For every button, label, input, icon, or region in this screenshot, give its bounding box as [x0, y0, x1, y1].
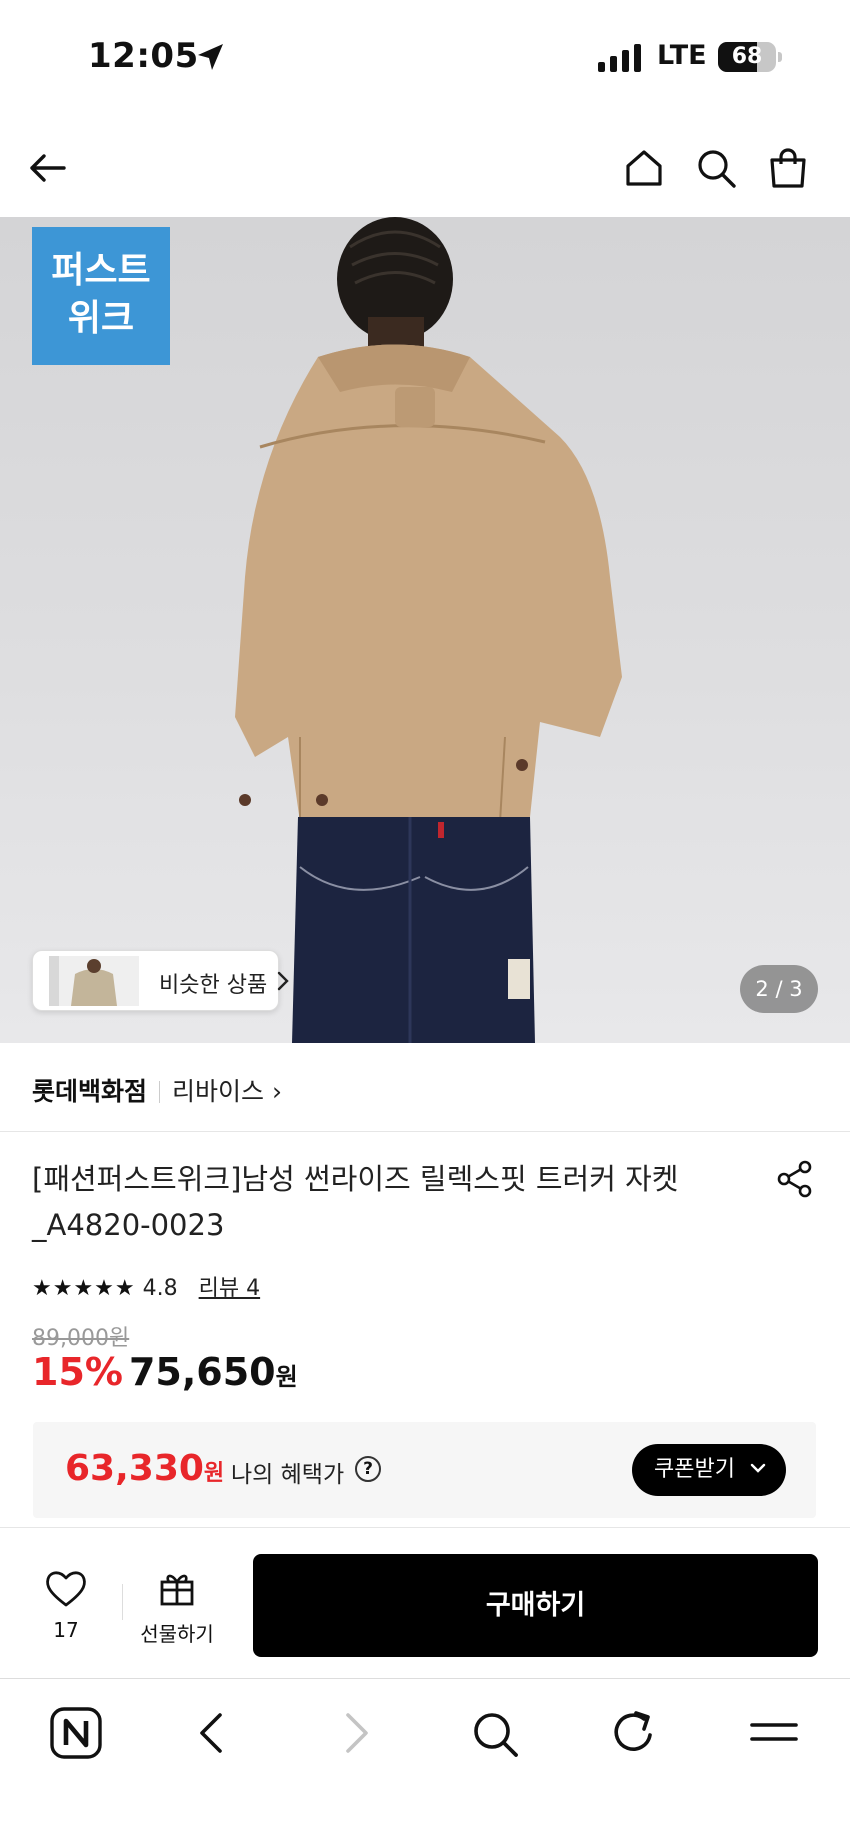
product-title-line2: _A4820-0023 [32, 1208, 225, 1242]
signal-icon [598, 44, 641, 72]
gift-button[interactable]: 선물하기 [132, 1568, 222, 1647]
store-divider [159, 1081, 161, 1103]
cart-icon[interactable] [764, 144, 812, 192]
battery-level: 68 [731, 44, 763, 69]
status-time: 12:05 [88, 36, 199, 76]
browser-toolbar [0, 1678, 850, 1842]
rating-row: ★★★★★ 4.8 리뷰 4 [32, 1270, 260, 1302]
brand-link[interactable]: 리바이스 › [172, 1077, 282, 1106]
similar-products-button[interactable]: 비슷한 상품 [32, 950, 289, 1011]
browser-forward-icon[interactable] [326, 1705, 382, 1761]
original-price: 89,000원 [32, 1326, 130, 1351]
section-divider [0, 1131, 850, 1132]
status-bar: 12:05 LTE 68 [0, 0, 850, 110]
review-link[interactable]: 리뷰 4 [199, 1276, 260, 1301]
similar-product-thumbnail [49, 956, 139, 1006]
benefit-price-box: 63,330원 나의 혜택가 ? 쿠폰받기 [33, 1422, 816, 1518]
battery-nub [778, 52, 782, 62]
browser-back-icon[interactable] [186, 1705, 242, 1761]
product-title-line1: [패션퍼스트위크]남성 썬라이즈 릴렉스핏 트러커 자켓 [32, 1162, 679, 1196]
like-count: 17 [53, 1618, 79, 1642]
gift-label: 선물하기 [140, 1622, 214, 1646]
benefit-amount: 63,330 [65, 1448, 204, 1489]
help-icon[interactable]: ? [355, 1456, 381, 1482]
home-icon[interactable] [620, 144, 668, 192]
browser-search-icon[interactable] [466, 1705, 522, 1761]
battery-icon: 68 [718, 42, 776, 72]
network-type: LTE [657, 40, 707, 71]
share-icon[interactable] [776, 1160, 814, 1198]
product-title: [패션퍼스트위크]남성 썬라이즈 릴렉스핏 트러커 자켓 _A4820-0023 [32, 1156, 732, 1248]
rating-value: 4.8 [142, 1276, 178, 1301]
sale-price: 75,650 [128, 1350, 276, 1394]
get-coupon-button[interactable]: 쿠폰받기 [632, 1444, 786, 1496]
badge-line1: 퍼스트 [51, 250, 151, 291]
action-divider [122, 1584, 123, 1620]
store-name[interactable]: 롯데백화점 [32, 1077, 147, 1106]
first-week-badge: 퍼스트 위크 [32, 227, 170, 365]
store-breadcrumb: 롯데백화점 리바이스 › [32, 1072, 282, 1106]
top-nav [0, 120, 850, 216]
reload-icon[interactable] [606, 1705, 662, 1761]
naver-n-icon[interactable] [48, 1705, 104, 1761]
benefit-price: 63,330원 [65, 1448, 224, 1489]
badge-line2: 위크 [67, 298, 135, 339]
location-arrow-icon [198, 44, 223, 70]
buy-button[interactable]: 구매하기 [253, 1554, 818, 1657]
coupon-label: 쿠폰받기 [654, 1457, 735, 1482]
benefit-label: 나의 혜택가 [231, 1462, 345, 1488]
menu-icon[interactable] [746, 1705, 802, 1761]
like-button[interactable]: 17 [36, 1568, 96, 1642]
back-arrow-icon[interactable] [24, 144, 72, 192]
sale-price-currency: 원 [275, 1363, 298, 1391]
benefit-currency: 원 [203, 1461, 225, 1486]
similar-products-label: 비슷한 상품 [159, 973, 268, 998]
gift-icon [160, 1574, 194, 1606]
heart-icon [46, 1571, 86, 1607]
purchase-action-bar: 17 선물하기 구매하기 [0, 1528, 850, 1678]
image-pager: 2 / 3 [740, 965, 818, 1013]
search-icon[interactable] [692, 144, 740, 192]
star-rating-icon: ★★★★★ [32, 1276, 136, 1301]
discount-rate: 15% [32, 1350, 123, 1394]
price-row: 15% 75,650원 [32, 1350, 298, 1400]
product-image-gallery[interactable]: 퍼스트 위크 비슷한 상품 2 / 3 [0, 217, 850, 1043]
chevron-down-icon [750, 1463, 766, 1473]
chevron-right-icon [277, 971, 289, 991]
